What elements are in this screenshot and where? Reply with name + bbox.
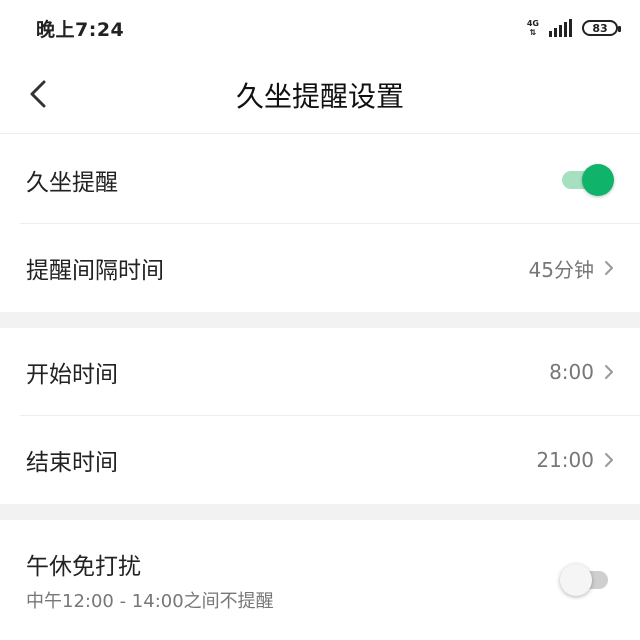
status-icons: 4G ⇅ 83 bbox=[527, 19, 621, 37]
back-button[interactable] bbox=[20, 74, 56, 114]
page-title: 久坐提醒设置 bbox=[235, 79, 404, 113]
section-reminder: 久坐提醒 提醒间隔时间 45分钟 bbox=[0, 136, 640, 312]
row-label: 久坐提醒 bbox=[26, 170, 118, 196]
row-sedentary-reminder[interactable]: 久坐提醒 bbox=[0, 136, 640, 224]
network-type: 4G bbox=[526, 19, 539, 28]
sedentary-reminder-toggle[interactable] bbox=[560, 162, 614, 198]
row-sublabel: 中午12:00 - 14:00之间不提醒 bbox=[26, 591, 274, 612]
battery-icon: 83 bbox=[582, 20, 621, 36]
row-value: 45分钟 bbox=[528, 257, 594, 282]
data-arrows-icon: ⇅ bbox=[529, 28, 537, 37]
section-lunch-break: 午休免打扰 中午12:00 - 14:00之间不提醒 bbox=[0, 520, 640, 640]
row-label: 午休免打扰 bbox=[26, 554, 141, 580]
row-value: 8:00 bbox=[549, 360, 594, 384]
chevron-right-icon bbox=[605, 365, 613, 379]
status-time: 晚上7:24 bbox=[36, 18, 125, 41]
section-gap bbox=[0, 504, 640, 520]
row-reminder-interval[interactable]: 提醒间隔时间 45分钟 bbox=[0, 224, 640, 312]
toggle-knob bbox=[582, 164, 614, 196]
section-time-range: 开始时间 8:00 结束时间 21:00 bbox=[0, 328, 640, 504]
row-label: 结束时间 bbox=[26, 450, 118, 476]
header: 久坐提醒设置 bbox=[0, 56, 640, 134]
battery-level: 83 bbox=[592, 21, 608, 35]
row-start-time[interactable]: 开始时间 8:00 bbox=[0, 328, 640, 416]
row-lunch-do-not-disturb[interactable]: 午休免打扰 中午12:00 - 14:00之间不提醒 bbox=[0, 520, 640, 640]
row-label: 提醒间隔时间 bbox=[26, 258, 164, 284]
section-gap bbox=[0, 312, 640, 328]
network-indicator: 4G ⇅ bbox=[527, 19, 539, 37]
row-label: 开始时间 bbox=[26, 362, 118, 388]
chevron-right-icon bbox=[605, 453, 613, 467]
status-bar: 晚上7:24 4G ⇅ 83 bbox=[0, 0, 640, 56]
toggle-knob bbox=[560, 564, 592, 596]
chevron-right-icon bbox=[605, 261, 613, 275]
signal-icon bbox=[549, 19, 572, 37]
row-end-time[interactable]: 结束时间 21:00 bbox=[0, 416, 640, 504]
row-value: 21:00 bbox=[536, 448, 594, 472]
lunch-do-not-disturb-toggle[interactable] bbox=[560, 562, 614, 598]
chevron-left-icon bbox=[30, 80, 46, 108]
